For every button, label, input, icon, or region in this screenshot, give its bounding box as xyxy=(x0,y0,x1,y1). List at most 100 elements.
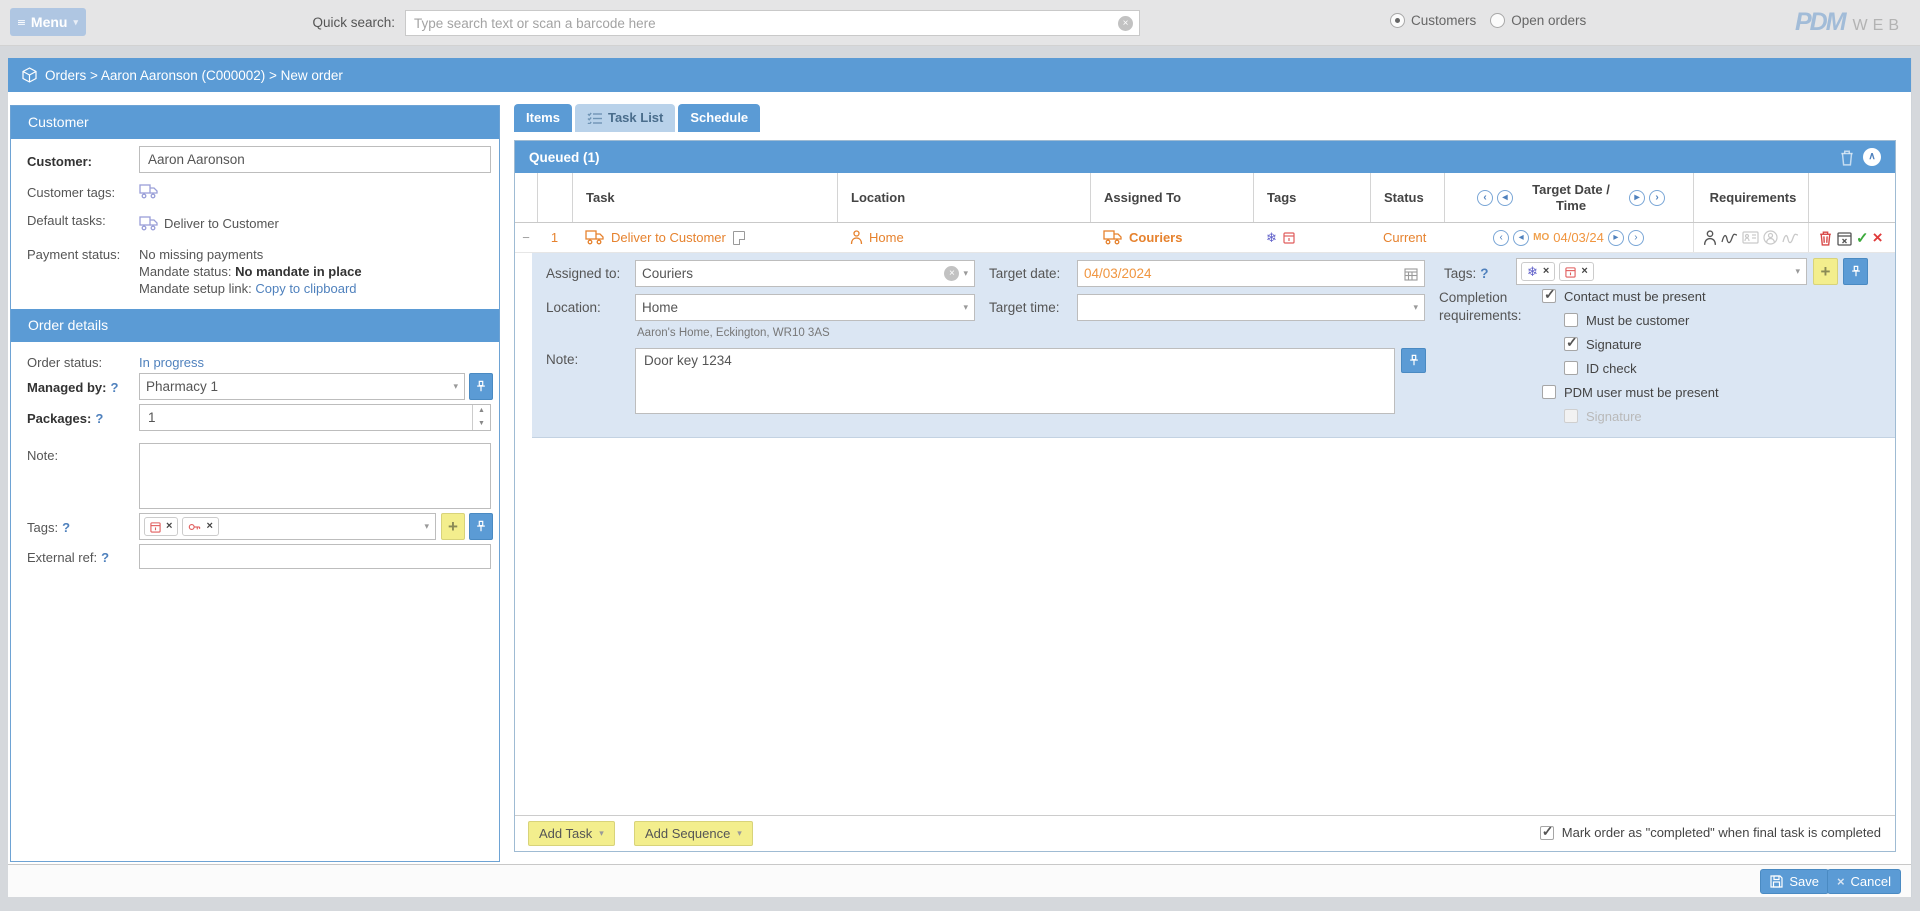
req-id-check-icon xyxy=(1742,231,1759,244)
header-expand-col xyxy=(515,173,537,222)
task-note-textarea[interactable]: Door key 1234 xyxy=(635,348,1395,414)
row-delete-icon[interactable] xyxy=(1818,230,1833,246)
row-date-step-back-all-icon[interactable]: ‹ xyxy=(1493,230,1509,246)
queue-collapse-icon[interactable]: ∧ xyxy=(1863,148,1881,166)
mark-completed-checkbox[interactable]: ✓ xyxy=(1540,826,1554,840)
order-note-textarea[interactable] xyxy=(139,443,491,509)
task-tag-chip-snowflake: ❄ × xyxy=(1521,262,1555,281)
cancel-button[interactable]: × Cancel xyxy=(1827,869,1901,894)
order-tag-calendar-remove-icon[interactable]: × xyxy=(166,521,172,532)
checkbox-box[interactable]: ✓ xyxy=(1542,385,1556,399)
content-card: Orders > Aaron Aaronson (C000002) > New … xyxy=(8,58,1912,897)
checkbox-box[interactable]: ✓ xyxy=(1564,361,1578,375)
row-actions-cell: ✓ × xyxy=(1808,223,1895,252)
menu-caret-icon: ▾ xyxy=(73,17,78,28)
task-tags-pin-button[interactable] xyxy=(1843,258,1868,285)
calendar-picker-icon[interactable] xyxy=(1404,267,1418,281)
copy-to-clipboard-link[interactable]: Copy to clipboard xyxy=(255,281,356,296)
task-note-icon[interactable] xyxy=(733,231,745,245)
row-tags-cell: ❄ xyxy=(1253,223,1370,252)
radio-customers-dot[interactable] xyxy=(1390,13,1405,28)
row-date-step-back-icon[interactable]: ◂ xyxy=(1513,230,1529,246)
packages-input[interactable] xyxy=(139,404,491,431)
managed-by-label: Managed by:? xyxy=(27,380,118,395)
target-time-combo[interactable]: ▾ xyxy=(1077,294,1425,321)
order-tags-add-button[interactable]: + xyxy=(441,513,465,540)
mark-completed-row[interactable]: ✓ Mark order as "completed" when final t… xyxy=(1540,825,1881,840)
date-step-back-all-icon[interactable]: ‹ xyxy=(1477,190,1493,206)
task-tags-help-icon[interactable]: ? xyxy=(1480,266,1488,281)
add-sequence-button[interactable]: Add Sequence ▾ xyxy=(634,821,753,846)
row-date-step-forward-all-icon[interactable]: › xyxy=(1628,230,1644,246)
packages-spin-up-icon[interactable]: ▲ xyxy=(473,405,490,418)
checkbox-id-check[interactable]: ✓ ID check xyxy=(1564,359,1637,377)
row-target-date: 04/03/24 xyxy=(1553,230,1604,245)
checkbox-box[interactable]: ✓ xyxy=(1564,313,1578,327)
checkbox-contact-must-be-present[interactable]: ✓ Contact must be present xyxy=(1542,287,1706,305)
order-tags-pin-button[interactable] xyxy=(469,513,493,540)
save-button[interactable]: Save xyxy=(1760,869,1829,894)
add-task-button[interactable]: Add Task ▾ xyxy=(528,821,615,846)
task-tag-snowflake-remove-icon[interactable]: × xyxy=(1543,266,1549,277)
date-step-forward-icon[interactable]: ▸ xyxy=(1629,190,1645,206)
tab-items[interactable]: Items xyxy=(514,104,572,132)
assigned-to-clear-icon[interactable]: × xyxy=(944,266,959,281)
radio-customers[interactable]: Customers xyxy=(1390,13,1476,28)
assigned-to-combo[interactable]: Couriers × ▾ xyxy=(635,260,975,287)
tab-task-list[interactable]: Task List xyxy=(575,104,675,132)
target-date-input[interactable]: 04/03/2024 xyxy=(1077,260,1425,287)
checkbox-box[interactable]: ✓ xyxy=(1564,337,1578,351)
location-combo[interactable]: Home ▾ xyxy=(635,294,975,321)
header-location: Location xyxy=(837,173,1090,222)
quick-search-input[interactable] xyxy=(406,12,1118,34)
checkbox-box[interactable]: ✓ xyxy=(1542,289,1556,303)
external-ref-help-icon[interactable]: ? xyxy=(101,550,109,565)
assigned-to-label: Assigned to: xyxy=(546,266,620,281)
task-note-pin-button[interactable] xyxy=(1401,348,1426,373)
row-cancel-icon[interactable]: × xyxy=(1873,229,1883,246)
assigned-to-value: Couriers xyxy=(642,266,693,281)
managed-by-help-icon[interactable]: ? xyxy=(110,380,118,395)
date-step-back-icon[interactable]: ◂ xyxy=(1497,190,1513,206)
header-tags: Tags xyxy=(1253,173,1370,222)
task-row-1[interactable]: − 1 Deliver to Customer Home Couriers ❄ … xyxy=(515,223,1895,253)
external-ref-input[interactable] xyxy=(139,544,491,569)
radio-open-orders-dot[interactable] xyxy=(1490,13,1505,28)
menu-button[interactable]: Menu ▾ xyxy=(10,8,86,36)
menu-label: Menu xyxy=(31,14,68,30)
managed-by-select[interactable]: Pharmacy 1 ▾ xyxy=(139,373,465,400)
task-detail-panel: Assigned to: Couriers × ▾ Target date: 0… xyxy=(532,253,1895,438)
managed-by-pin-button[interactable] xyxy=(469,373,493,400)
queue-trash-icon[interactable] xyxy=(1839,149,1855,166)
packages-label: Packages:? xyxy=(27,411,103,426)
task-tag-calendar-remove-icon[interactable]: × xyxy=(1581,266,1587,277)
order-tag-key-remove-icon[interactable]: × xyxy=(206,521,212,532)
packages-spin-down-icon[interactable]: ▼ xyxy=(473,418,490,431)
row-target-day: Mo xyxy=(1533,232,1549,243)
checkbox-must-be-customer[interactable]: ✓ Must be customer xyxy=(1564,311,1689,329)
customer-input[interactable] xyxy=(139,146,491,173)
customer-panel-header: Customer xyxy=(11,106,499,139)
task-tags-combo[interactable]: ❄ × × ▾ xyxy=(1516,258,1807,285)
packages-help-icon[interactable]: ? xyxy=(95,411,103,426)
mandate-status-value: No mandate in place xyxy=(235,264,361,279)
location-address: Aaron's Home, Eckington, WR10 3AS xyxy=(637,327,830,339)
add-task-caret-icon: ▾ xyxy=(599,828,604,839)
checkbox-label: Signature xyxy=(1586,337,1642,352)
task-tags-add-button[interactable]: + xyxy=(1813,258,1838,285)
queued-header-bar: Queued (1) ∧ xyxy=(515,141,1895,173)
checkbox-signature[interactable]: ✓ Signature xyxy=(1564,335,1642,353)
search-clear-icon[interactable]: × xyxy=(1118,16,1133,31)
date-step-forward-all-icon[interactable]: › xyxy=(1649,190,1665,206)
row-complete-icon[interactable]: ✓ xyxy=(1856,229,1869,247)
checkbox-label: PDM user must be present xyxy=(1564,385,1719,400)
order-tags-help-icon[interactable]: ? xyxy=(62,520,70,535)
checkbox-pdm-user-must-be-present[interactable]: ✓ PDM user must be present xyxy=(1542,383,1719,401)
logo-pdm-text: PDM xyxy=(1795,8,1845,37)
order-tags-combo[interactable]: × × ▾ xyxy=(139,513,436,540)
row-date-step-forward-icon[interactable]: ▸ xyxy=(1608,230,1624,246)
row-unschedule-icon[interactable] xyxy=(1837,230,1852,246)
tab-schedule[interactable]: Schedule xyxy=(678,104,760,132)
radio-open-orders[interactable]: Open orders xyxy=(1490,13,1586,28)
row-collapse-toggle[interactable]: − xyxy=(515,223,537,252)
